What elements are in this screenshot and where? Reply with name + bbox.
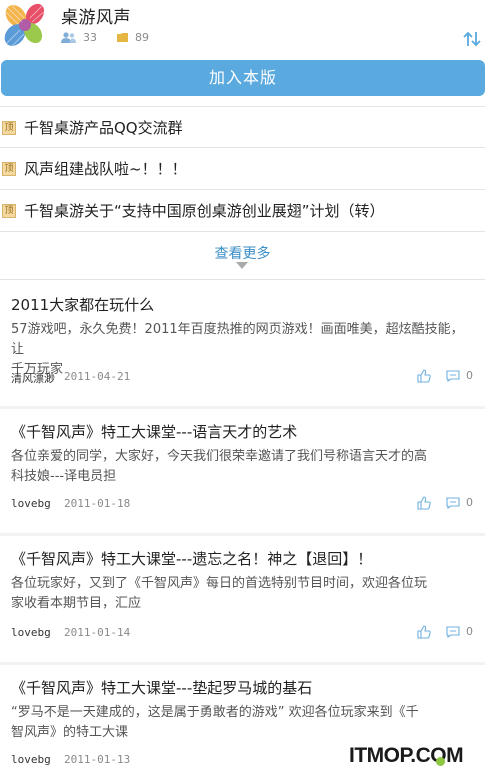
view-more-button[interactable]: 查看更多: [0, 236, 485, 274]
site-watermark: ITMOP.COM: [349, 744, 464, 767]
thread-title: 2011大家都在玩什么: [11, 296, 155, 314]
pinned-thread-title: 千智桌游关于“支持中国原创桌游创业展翅”计划（转）: [24, 202, 385, 220]
thread-title: 《千智风声》特工大课堂---语言天才的艺术: [11, 423, 298, 441]
thread-title: 《千智风声》特工大课堂---遗忘之名！神之【退回】！: [11, 550, 373, 568]
thread-date: 2011-01-13: [64, 753, 131, 766]
thread-title: 《千智风声》特工大课堂---垫起罗马城的基石: [11, 679, 313, 697]
thumbs-up-icon[interactable]: [416, 495, 432, 511]
section-separator: [0, 662, 485, 665]
pinned-thread[interactable]: 顶 风声组建战队啦~！！！: [0, 149, 485, 189]
forum-header: 桌游风声 33 89: [0, 0, 485, 56]
join-forum-button[interactable]: 加入本版: [1, 60, 485, 96]
pinned-thread-title: 千智桌游产品QQ交流群: [24, 119, 183, 137]
folder-icon: [117, 33, 128, 42]
pinned-thread[interactable]: 顶 千智桌游产品QQ交流群: [0, 108, 485, 148]
pinned-badge: 顶: [2, 204, 16, 218]
thread-item[interactable]: 2011大家都在玩什么 57游戏吧，永久免费！2011年百度热推的网页游戏！画面…: [0, 294, 485, 394]
comment-count-value: 0: [466, 496, 473, 509]
thread-date: 2011-01-14: [64, 626, 131, 639]
excerpt-line: 各位玩家好，又到了《千智风声》每日的首选特别节目时间，欢迎各位玩: [11, 576, 428, 591]
posts-stat: 89: [117, 31, 149, 44]
posts-count: 89: [135, 31, 149, 44]
forum-title: 桌游风声: [61, 8, 131, 28]
app-logo-icon: [4, 3, 47, 49]
excerpt-line: 智风声》的特工大课: [11, 725, 129, 740]
comment-count[interactable]: 0: [446, 496, 473, 509]
thumbs-up-icon[interactable]: [416, 368, 432, 384]
chevron-down-icon: [236, 262, 248, 269]
thread-author[interactable]: 清风漂渺: [11, 370, 55, 386]
comment-count[interactable]: 0: [446, 369, 473, 382]
section-separator: [0, 533, 485, 536]
members-count: 33: [83, 31, 97, 44]
divider: [0, 279, 485, 280]
sort-arrows-icon[interactable]: [462, 29, 482, 49]
excerpt-line: 科技娘---译电员担: [11, 469, 117, 484]
thread-date: 2011-04-21: [64, 370, 131, 383]
excerpt-line: 家收看本期节目，汇应: [11, 596, 142, 611]
view-more-label: 查看更多: [214, 246, 271, 262]
comment-bubble-icon: [446, 496, 460, 509]
comment-bubble-icon: [446, 625, 460, 638]
thread-item[interactable]: 《千智风声》特工大课堂---遗忘之名！神之【退回】！ 各位玩家好，又到了《千智风…: [0, 548, 485, 648]
members-stat: 33: [60, 31, 97, 44]
people-icon: [61, 31, 76, 43]
divider: [0, 106, 485, 107]
pinned-badge: 顶: [2, 121, 16, 135]
pinned-badge: 顶: [2, 162, 16, 176]
divider: [0, 189, 485, 190]
section-separator: [0, 406, 485, 409]
divider: [0, 147, 485, 148]
thread-date: 2011-01-18: [64, 497, 131, 510]
comment-count[interactable]: 0: [446, 625, 473, 638]
thread-author[interactable]: lovebg: [11, 753, 51, 766]
thread-author[interactable]: lovebg: [11, 626, 51, 639]
thread-excerpt: “罗马不是一天建成的，这是属于勇敢者的游戏” 欢迎各位玩家来到《千 智风声》的特…: [11, 703, 475, 743]
thread-excerpt: 各位亲爱的同学，大家好，今天我们很荣幸邀请了我们号称语言天才的高 科技娘---译…: [11, 447, 475, 487]
thumbs-up-icon[interactable]: [416, 624, 432, 640]
pinned-thread-title: 风声组建战队啦~！！！: [24, 160, 187, 178]
comment-count-value: 0: [466, 369, 473, 382]
divider: [0, 231, 485, 232]
excerpt-line: “罗马不是一天建成的，这是属于勇敢者的游戏” 欢迎各位玩家来到《千: [11, 705, 419, 720]
excerpt-line: 57游戏吧，永久免费！2011年百度热推的网页游戏！画面唯美，超炫酷技能，让: [11, 322, 464, 357]
thread-excerpt: 各位玩家好，又到了《千智风声》每日的首选特别节目时间，欢迎各位玩 家收看本期节目…: [11, 574, 475, 614]
pinned-thread[interactable]: 顶 千智桌游关于“支持中国原创桌游创业展翅”计划（转）: [0, 191, 485, 231]
excerpt-line: 各位亲爱的同学，大家好，今天我们很荣幸邀请了我们号称语言天才的高: [11, 449, 428, 464]
comment-count-value: 0: [466, 625, 473, 638]
watermark-dot: [436, 757, 445, 766]
thread-item[interactable]: 《千智风声》特工大课堂---语言天才的艺术 各位亲爱的同学，大家好，今天我们很荣…: [0, 421, 485, 521]
thread-author[interactable]: lovebg: [11, 497, 51, 510]
comment-bubble-icon: [446, 369, 460, 382]
